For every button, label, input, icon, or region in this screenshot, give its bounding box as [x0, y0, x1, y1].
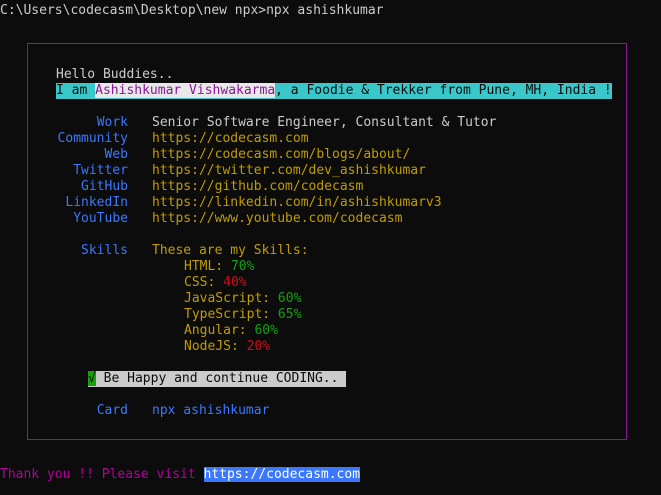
skill-name: Angular:	[184, 323, 255, 338]
label-skills: Skills	[81, 243, 128, 258]
footer-line: Thank you !! Please visit https://codeca…	[0, 467, 361, 483]
intro-suffix: , a Foodie & Trekker from Pune, MH, Indi…	[275, 83, 612, 98]
intro-name: Ashishkumar Vishwakarma	[95, 83, 276, 98]
value-work: Senior Software Engineer, Consultant & T…	[152, 115, 497, 130]
label-web: Web	[104, 147, 128, 162]
value-community[interactable]: https://codecasm.com	[152, 131, 309, 147]
skill-level: 40%	[223, 275, 247, 290]
skill-name: HTML:	[184, 259, 231, 274]
skill-name: TypeScript:	[184, 307, 278, 322]
intro-line: I am Ashishkumar Vishwakarma, a Foodie &…	[56, 83, 612, 99]
label-github: GitHub	[81, 179, 128, 194]
label-linkedin: LinkedIn	[65, 195, 128, 210]
greeting: Hello Buddies..	[56, 67, 174, 82]
skill-name: JavaScript:	[184, 291, 278, 306]
skill-name: NodeJS:	[184, 339, 247, 354]
value-linkedin[interactable]: https://linkedin.com/in/ashishkumarv3	[152, 195, 442, 211]
skills-intro: These are my Skills:	[152, 243, 309, 258]
value-twitter[interactable]: https://twitter.com/dev_ashishkumar	[152, 163, 426, 179]
skill-nodejs: NodeJS: 20%	[184, 339, 270, 355]
label-work: Work	[96, 115, 128, 130]
happy-message: √ Be Happy and continue CODING..	[88, 371, 347, 387]
card-command: npx ashishkumar	[152, 403, 270, 418]
skill-angular: Angular: 60%	[184, 323, 278, 339]
skill-level: 60%	[254, 323, 278, 338]
label-community: Community	[57, 131, 128, 146]
skill-javascript: JavaScript: 60%	[184, 291, 301, 307]
skill-html: HTML: 70%	[184, 259, 254, 275]
skill-name: CSS:	[184, 275, 224, 290]
label-twitter: Twitter	[73, 163, 128, 178]
prompt-line: C:\Users\codecasm\Desktop\new npx>npx as…	[0, 3, 384, 18]
skill-typescript: TypeScript: 65%	[184, 307, 301, 323]
intro-prefix: I am	[56, 83, 96, 98]
skill-level: 65%	[277, 307, 302, 322]
check-icon: √	[88, 371, 96, 386]
skill-level: 60%	[277, 291, 302, 306]
skill-level: 20%	[246, 339, 271, 354]
footer-link[interactable]: https://codecasm.com	[203, 467, 361, 482]
thanks-text: Thank you !! Please visit	[0, 467, 204, 482]
label-card: Card	[96, 403, 128, 418]
value-youtube[interactable]: https://www.youtube.com/codecasm	[152, 211, 402, 227]
value-github[interactable]: https://github.com/codecasm	[152, 179, 363, 195]
skill-level: 70%	[230, 259, 255, 274]
value-web[interactable]: https://codecasm.com/blogs/about/	[152, 147, 410, 163]
skill-css: CSS: 40%	[184, 275, 247, 291]
happy-text: Be Happy and continue CODING..	[95, 371, 347, 386]
label-youtube: YouTube	[73, 211, 128, 226]
